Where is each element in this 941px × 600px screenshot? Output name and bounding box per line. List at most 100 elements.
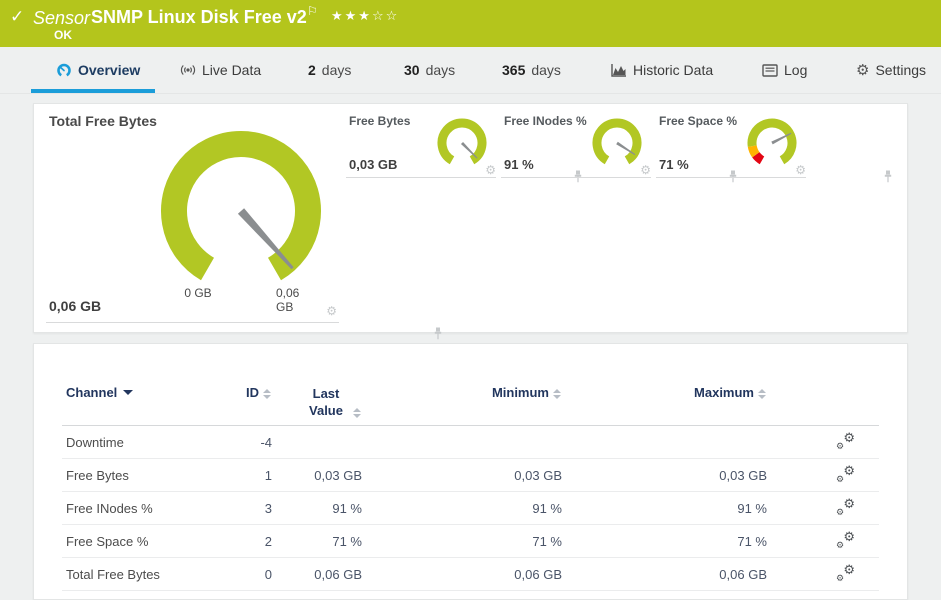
column-header-minimum[interactable]: Minimum bbox=[372, 344, 572, 425]
tab-label: Overview bbox=[78, 62, 141, 78]
channel-maximum: 0,03 GB bbox=[719, 467, 767, 483]
channel-maximum: 71 % bbox=[737, 533, 767, 549]
tab-log[interactable]: Log bbox=[762, 47, 807, 93]
tab-30-days[interactable]: 30 days bbox=[404, 47, 455, 93]
small-gauge bbox=[437, 118, 487, 165]
sort-icon bbox=[263, 388, 272, 400]
column-label: Maximum bbox=[694, 385, 754, 400]
channel-name: Free Bytes bbox=[66, 467, 129, 483]
channel-id: 0 bbox=[264, 566, 272, 582]
gear-icon: ⚙ bbox=[856, 61, 870, 79]
gauge-value: 71 % bbox=[659, 157, 689, 172]
channel-name: Total Free Bytes bbox=[66, 566, 160, 582]
tab-label: Log bbox=[784, 62, 808, 78]
column-header-maximum[interactable]: Maximum bbox=[572, 344, 777, 425]
channel-minimum: 71 % bbox=[532, 533, 562, 549]
gauge-block-total-free-bytes: Total Free Bytes 0 GB 0,06 GB 0,06 GB ⚙ bbox=[46, 104, 442, 340]
channel-maximum: 91 % bbox=[737, 500, 767, 516]
channel-maximum: 0,06 GB bbox=[719, 566, 767, 582]
tab-settings[interactable]: ⚙ Settings bbox=[856, 47, 926, 93]
sensor-status-banner: ✓ Sensor SNMP Linux Disk Free v2 ⚐ ★★★☆☆… bbox=[0, 0, 941, 47]
small-gauge bbox=[592, 118, 642, 165]
pin-icon[interactable] bbox=[883, 170, 893, 183]
channel-settings-gears-icon[interactable]: ⚙ ⚙ bbox=[836, 464, 855, 484]
gauge-actions: ⚙ bbox=[640, 164, 737, 183]
tab-unit: days bbox=[425, 62, 456, 78]
channel-id: 2 bbox=[264, 533, 272, 549]
gear-icon[interactable]: ⚙ bbox=[795, 164, 806, 176]
tab-overview[interactable]: Overview bbox=[56, 47, 140, 93]
channel-settings-gears-icon[interactable]: ⚙ ⚙ bbox=[836, 530, 855, 550]
gauge-actions: ⚙ bbox=[485, 164, 582, 183]
gauge-actions: ⚙ bbox=[795, 164, 892, 183]
channel-id: 3 bbox=[264, 500, 272, 516]
channel-settings-gears-icon[interactable]: ⚙ ⚙ bbox=[836, 431, 855, 451]
gauge-block-free-space: Free Space % 71 % ⚙ bbox=[656, 109, 892, 183]
channel-minimum: 91 % bbox=[532, 500, 562, 516]
gauges-panel: Total Free Bytes 0 GB 0,06 GB 0,06 GB ⚙ … bbox=[33, 103, 908, 340]
sort-desc-icon bbox=[123, 390, 134, 395]
channel-last-value: 71 % bbox=[332, 533, 362, 549]
tab-number: 30 bbox=[404, 62, 420, 78]
pin-icon[interactable] bbox=[433, 327, 443, 340]
column-header-id[interactable]: ID bbox=[212, 344, 282, 425]
column-label: Minimum bbox=[491, 385, 549, 400]
tab-live-data[interactable]: Live Data bbox=[180, 47, 261, 93]
channel-id: -4 bbox=[260, 434, 272, 450]
channel-last-value: 0,03 GB bbox=[314, 467, 362, 483]
gauge-icon bbox=[57, 63, 71, 77]
gear-icon[interactable]: ⚙ bbox=[326, 305, 337, 317]
channel-last-value: 91 % bbox=[332, 500, 362, 516]
channels-panel: Channel ID Last Value Minimum Maximum Do… bbox=[33, 343, 908, 600]
gauge-title: Free Space % bbox=[659, 114, 738, 128]
table-row-total-free-bytes: Total Free Bytes 0 0,06 GB 0,06 GB 0,06 … bbox=[62, 558, 879, 591]
channel-name: Free INodes % bbox=[66, 500, 153, 516]
sensor-title: SNMP Linux Disk Free v2 bbox=[91, 7, 307, 27]
tab-label: Historic Data bbox=[633, 62, 714, 78]
flag-icon[interactable]: ⚐ bbox=[307, 4, 318, 18]
area-chart-icon bbox=[611, 64, 626, 77]
tab-historic-data[interactable]: Historic Data bbox=[611, 47, 713, 93]
gauge-actions: ⚙ bbox=[326, 305, 442, 340]
gear-icon[interactable]: ⚙ bbox=[640, 164, 651, 176]
channel-minimum: 0,06 GB bbox=[514, 566, 562, 582]
table-row-free-space: Free Space % 2 71 % 71 % 71 % ⚙ ⚙ bbox=[62, 525, 879, 558]
sort-icon bbox=[758, 388, 767, 400]
column-label: Last Value bbox=[309, 386, 343, 418]
channel-id: 1 bbox=[264, 467, 272, 483]
column-header-last-value[interactable]: Last Value bbox=[282, 344, 372, 425]
column-header-channel[interactable]: Channel bbox=[62, 344, 212, 425]
log-list-icon bbox=[762, 63, 778, 77]
tab-label: Settings bbox=[875, 62, 927, 78]
priority-stars[interactable]: ★★★☆☆ bbox=[331, 8, 399, 24]
status-badge: OK bbox=[54, 28, 72, 42]
live-signal-icon bbox=[180, 65, 196, 75]
tab-number: 365 bbox=[502, 62, 526, 78]
table-row-downtime: Downtime -4 ⚙ ⚙ bbox=[62, 426, 879, 459]
gauge-value: 91 % bbox=[504, 157, 534, 172]
gauge-block-free-bytes: Free Bytes 0,03 GB ⚙ bbox=[346, 109, 582, 183]
channel-settings-gears-icon[interactable]: ⚙ ⚙ bbox=[836, 497, 855, 517]
table-row-free-bytes: Free Bytes 1 0,03 GB 0,03 GB 0,03 GB ⚙ ⚙ bbox=[62, 459, 879, 492]
tab-bar: Overview Live Data 2 days 30 days 365 da… bbox=[0, 47, 941, 94]
channel-settings-gears-icon[interactable]: ⚙ ⚙ bbox=[836, 563, 855, 583]
table-header-row: Channel ID Last Value Minimum Maximum bbox=[62, 344, 879, 426]
tab-unit: days bbox=[321, 62, 352, 78]
gauge-block-free-inodes: Free INodes % 91 % ⚙ bbox=[501, 109, 737, 183]
channel-name: Free Space % bbox=[66, 533, 149, 549]
gauge-value: 0,03 GB bbox=[349, 157, 398, 172]
tab-2-days[interactable]: 2 days bbox=[308, 47, 351, 93]
tab-365-days[interactable]: 365 days bbox=[502, 47, 561, 93]
gauge-title: Total Free Bytes bbox=[49, 113, 157, 129]
gear-icon[interactable]: ⚙ bbox=[485, 164, 496, 176]
gauge-max-label: 0,06 GB bbox=[276, 286, 300, 314]
sort-icon bbox=[553, 388, 562, 400]
active-tab-underline bbox=[31, 89, 155, 93]
tab-unit: days bbox=[531, 62, 561, 78]
table-row-free-inodes: Free INodes % 3 91 % 91 % 91 % ⚙ ⚙ bbox=[62, 492, 879, 525]
object-kind-label: Sensor bbox=[33, 8, 91, 28]
column-label: Channel bbox=[66, 385, 118, 400]
channels-table: Channel ID Last Value Minimum Maximum Do… bbox=[62, 344, 879, 591]
small-gauge bbox=[747, 118, 797, 165]
tab-label: Live Data bbox=[202, 62, 262, 78]
